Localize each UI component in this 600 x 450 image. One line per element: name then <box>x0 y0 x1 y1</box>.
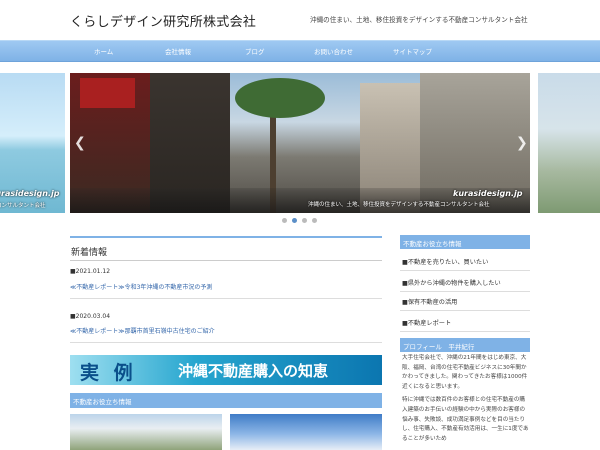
article-thumbnail[interactable] <box>230 414 382 450</box>
news-section-header: 新着情報 <box>70 236 382 261</box>
slider-dot-active[interactable] <box>292 218 297 223</box>
profile-paragraph: 大手住宅会社で、沖縄の21年間をはじめ東京、大阪、福岡、台湾の住宅不動産ビジネス… <box>402 355 528 390</box>
chevron-left-icon[interactable]: ❮ <box>74 135 86 151</box>
slide-current-image[interactable]: kurasidesign.jp 沖縄の住まい、土地、移住投資をデザインする不動産… <box>70 73 530 213</box>
sidebar-divider <box>400 310 530 311</box>
sidebar-item-sell-buy[interactable]: ■不動産を売りたい、買いたい <box>402 257 488 266</box>
chevron-right-icon[interactable]: ❯ <box>516 135 528 151</box>
hero-slider[interactable]: kurasidesign.jp コンサルタント会社 kurasidesign.j… <box>0 73 600 213</box>
news-divider <box>70 342 382 343</box>
sidebar-divider <box>400 291 530 292</box>
slide-watermark-left: kurasidesign.jp <box>0 189 60 198</box>
news-date: ■2020.03.04 <box>70 313 111 320</box>
sidebar-divider <box>400 331 530 332</box>
sidebar-useful-info-heading: 不動産お役立ち情報 <box>403 240 462 248</box>
sidebar-profile-header: プロフィール 平井紀行 <box>400 338 530 352</box>
slider-dot[interactable] <box>302 218 307 223</box>
nav-item-contact[interactable]: お問い合わせ <box>314 46 353 56</box>
nav-item-sitemap[interactable]: サイトマップ <box>393 46 432 56</box>
slide-prev-image[interactable]: kurasidesign.jp コンサルタント会社 <box>0 73 65 213</box>
news-divider <box>70 298 382 299</box>
slider-dot[interactable] <box>282 218 287 223</box>
sidebar-divider <box>400 270 530 271</box>
shop-sign <box>80 78 135 108</box>
news-heading: 新着情報 <box>71 248 108 258</box>
case-study-banner[interactable]: 実 例 沖縄不動産購入の知恵 <box>70 355 382 385</box>
profile-paragraph: 特に沖縄では数百件のお客様との住宅不動産の購入建築のお手伝いの経験の中から実際の… <box>402 397 529 442</box>
slide-next-image[interactable] <box>538 73 600 213</box>
site-header: くらしデザイン研究所株式会社 沖縄の住まい、土地、移住投資をデザインする不動産コ… <box>0 0 600 40</box>
sidebar-item-asset-use[interactable]: ■保有不動産の活用 <box>402 297 457 306</box>
main-nav: ホーム 会社情報 ブログ お問い合わせ サイトマップ <box>0 40 600 62</box>
banner-title: 沖縄不動産購入の知恵 <box>178 362 329 380</box>
nav-item-company[interactable]: 会社情報 <box>165 46 191 56</box>
site-title[interactable]: くらしデザイン研究所株式会社 <box>70 11 256 30</box>
palm-leaves <box>235 78 325 118</box>
nav-item-blog[interactable]: ブログ <box>245 46 265 56</box>
profile-heading: プロフィール 平井紀行 <box>403 343 475 351</box>
news-date: ■2021.01.12 <box>70 268 111 275</box>
nav-item-home[interactable]: ホーム <box>94 46 113 56</box>
banner-label: 実 例 <box>80 362 137 384</box>
slider-dot[interactable] <box>312 218 317 223</box>
news-link[interactable]: ≪不動産レポート≫令和3年沖縄の不動産市況の予測 <box>70 282 212 291</box>
useful-info-section-header: 不動産お役立ち情報 <box>70 393 382 408</box>
sidebar-item-report[interactable]: ■不動産レポート <box>402 318 451 327</box>
slide-watermark: kurasidesign.jp <box>453 189 523 198</box>
slide-caption-left: コンサルタント会社 <box>0 203 46 209</box>
sidebar-useful-info-header: 不動産お役立ち情報 <box>400 235 530 249</box>
profile-text: 大手住宅会社で、沖縄の21年間をはじめ東京、大阪、福岡、台湾の住宅不動産ビジネス… <box>402 354 530 448</box>
article-thumbnail[interactable] <box>70 414 222 450</box>
sidebar-item-purchase-from-outside[interactable]: ■県外から沖縄の物件を購入したい <box>402 278 501 287</box>
news-link[interactable]: ≪不動産レポート≫那覇市首里石嶺中古住宅のご紹介 <box>70 326 215 335</box>
site-tagline: 沖縄の住まい、土地、移住投資をデザインする不動産コンサルタント会社 <box>310 16 528 24</box>
useful-info-heading: 不動産お役立ち情報 <box>73 398 132 406</box>
slide-caption: 沖縄の住まい、土地、移住投資をデザインする不動産コンサルタント会社 <box>308 202 490 208</box>
